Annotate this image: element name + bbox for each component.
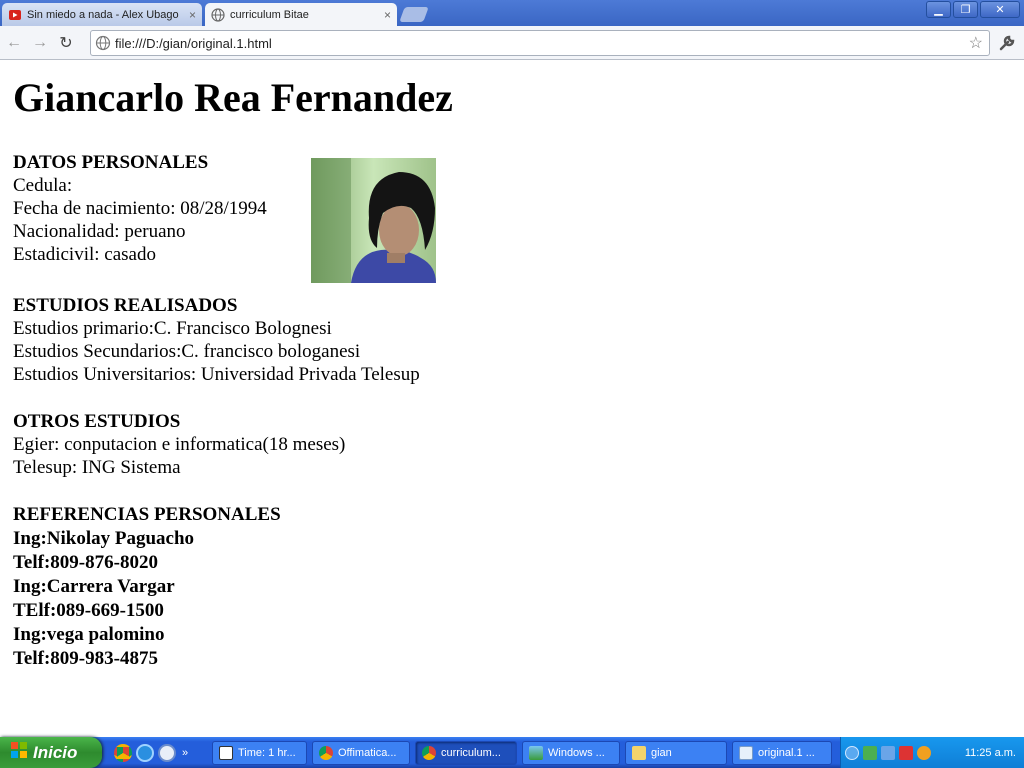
section-heading: OTROS ESTUDIOS <box>13 411 181 432</box>
taskbar-item[interactable]: Offimatica... <box>312 741 410 765</box>
restore-button[interactable]: ❐ <box>953 1 978 18</box>
studies-line: Estudios Secundarios:C. francisco bologa… <box>13 341 361 362</box>
tab-close-button[interactable]: × <box>384 8 391 22</box>
tab-close-button[interactable]: × <box>189 8 196 22</box>
volume-icon[interactable] <box>917 745 931 760</box>
personal-line: Fecha de nacimiento: 08/28/1994 <box>13 198 267 219</box>
forward-button[interactable]: → <box>28 31 52 55</box>
folder-icon <box>632 746 646 760</box>
section-heading: REFERENCIAS PERSONALES <box>13 504 281 525</box>
studies-section: ESTUDIOS REALISADOS Estudios primario:C.… <box>13 294 420 386</box>
bookmark-star-icon[interactable]: ☆ <box>969 33 983 53</box>
system-tray: 11:25 a.m. <box>840 737 1024 768</box>
section-heading: ESTUDIOS REALISADOS <box>13 295 238 316</box>
address-bar[interactable]: file:///D:/gian/original.1.html ☆ <box>90 30 990 56</box>
other-studies-section: OTROS ESTUDIOS Egier: conputacion e info… <box>13 410 345 479</box>
taskbar-item[interactable]: Time: 1 hr... <box>212 741 307 765</box>
reference-line: TElf:089-669-1500 <box>13 600 164 621</box>
new-tab-button[interactable] <box>399 7 429 22</box>
close-window-button[interactable]: ✕ <box>980 1 1020 18</box>
taskbar-item[interactable]: original.1 ... <box>732 741 832 765</box>
internet-explorer-icon[interactable] <box>136 743 154 762</box>
references-section: REFERENCIAS PERSONALES Ing:Nikolay Pagua… <box>13 503 281 671</box>
taskbar: Inicio » Time: 1 hr... Offimatica... cur… <box>0 737 1024 768</box>
reload-button[interactable]: ↻ <box>54 31 78 55</box>
reference-line: Ing:vega palomino <box>13 624 165 645</box>
personal-data-section: DATOS PERSONALES Cedula: Fecha de nacimi… <box>13 151 267 266</box>
clock[interactable]: 11:25 a.m. <box>965 747 1016 759</box>
chrome-icon <box>422 746 436 760</box>
network-icon[interactable] <box>863 745 877 760</box>
quick-launch: » <box>114 743 188 762</box>
chrome-icon[interactable] <box>114 743 132 762</box>
personal-line: Estadicivil: casado <box>13 244 156 265</box>
chrome-icon <box>319 746 333 760</box>
clock-window-icon <box>219 746 233 760</box>
taskbar-item[interactable]: curriculum... <box>415 741 517 765</box>
notepad-icon <box>739 746 753 760</box>
taskbar-item-label: Offimatica... <box>338 747 397 759</box>
personal-line: Cedula: <box>13 175 73 196</box>
messenger-icon[interactable] <box>881 745 895 760</box>
page-content: Giancarlo Rea Fernandez DATOS PERSONALES… <box>0 61 1024 737</box>
security-alert-icon[interactable] <box>899 745 913 760</box>
studies-line: Estudios primario:C. Francisco Bolognesi <box>13 318 332 339</box>
url-text[interactable]: file:///D:/gian/original.1.html <box>115 36 969 51</box>
taskbar-item-label: gian <box>651 747 672 759</box>
youtube-icon <box>8 8 22 22</box>
personal-line: Nacionalidad: peruano <box>13 221 186 242</box>
minimize-button[interactable]: ▁ <box>926 1 951 18</box>
tab-title: curriculum Bitae <box>230 8 309 21</box>
tab-title: Sin miedo a nada - Alex Ubago <box>27 8 179 21</box>
start-button[interactable]: Inicio <box>0 737 102 768</box>
quick-launch-more[interactable]: » <box>182 747 188 759</box>
taskbar-item-label: Time: 1 hr... <box>238 747 296 759</box>
reference-line: Telf:809-876-8020 <box>13 552 158 573</box>
page-title: Giancarlo Rea Fernandez <box>13 75 453 120</box>
browser-toolbar: ← → ↻ file:///D:/gian/original.1.html ☆ <box>0 26 1024 60</box>
media-player-icon[interactable] <box>158 743 176 762</box>
tab-curriculum[interactable]: curriculum Bitae × <box>205 3 397 26</box>
taskbar-item-label: curriculum... <box>441 747 501 759</box>
tray-expand-icon[interactable] <box>845 745 859 760</box>
taskbar-item[interactable]: Windows ... <box>522 741 620 765</box>
window-controls: ▁ ❐ ✕ <box>926 1 1020 18</box>
reference-line: Telf:809-983-4875 <box>13 648 158 669</box>
wrench-icon[interactable] <box>996 32 1018 54</box>
windows-logo-icon <box>10 741 28 764</box>
section-heading: DATOS PERSONALES <box>13 152 209 173</box>
taskbar-item-label: original.1 ... <box>758 747 815 759</box>
profile-photo <box>311 158 436 283</box>
back-button[interactable]: ← <box>2 31 26 55</box>
studies-line: Estudios Universitarios: Universidad Pri… <box>13 364 420 385</box>
globe-icon <box>211 7 225 22</box>
other-studies-line: Egier: conputacion e informatica(18 mese… <box>13 434 346 455</box>
start-label: Inicio <box>33 742 78 762</box>
tab-youtube[interactable]: Sin miedo a nada - Alex Ubago × <box>2 3 202 26</box>
browser-tabstrip: Sin miedo a nada - Alex Ubago × curricul… <box>0 0 1024 26</box>
other-studies-line: Telesup: ING Sistema <box>13 457 181 478</box>
windows-movie-icon <box>529 746 543 760</box>
reference-line: Ing:Nikolay Paguacho <box>13 528 195 549</box>
reference-line: Ing:Carrera Vargar <box>13 576 175 597</box>
taskbar-item-label: Windows ... <box>548 747 605 759</box>
page-info-icon[interactable] <box>95 35 111 51</box>
taskbar-item[interactable]: gian <box>625 741 727 765</box>
